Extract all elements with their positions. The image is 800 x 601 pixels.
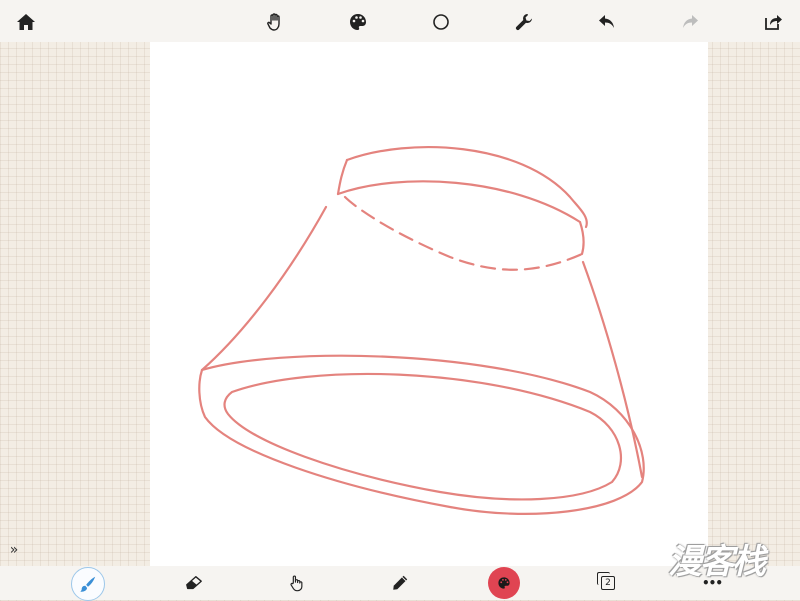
smudge-tool-button[interactable] — [280, 567, 312, 599]
watermark-logo: 漫客栈 — [668, 542, 766, 582]
brush-icon — [80, 576, 96, 592]
circle-icon — [433, 14, 449, 30]
color-picker-button[interactable] — [488, 567, 520, 599]
home-icon — [17, 14, 35, 30]
palette-button[interactable] — [342, 6, 374, 38]
share-icon — [765, 15, 782, 30]
brush-tool-button[interactable] — [71, 567, 105, 601]
pencil-icon — [393, 575, 408, 590]
wrench-icon — [515, 14, 532, 31]
eraser-icon — [186, 576, 202, 590]
eraser-tool-button[interactable] — [178, 567, 210, 599]
palette-icon — [350, 14, 366, 30]
share-button[interactable] — [757, 6, 789, 38]
undo-button[interactable] — [591, 6, 623, 38]
drawing-canvas[interactable] — [150, 42, 708, 566]
settings-button[interactable] — [508, 6, 540, 38]
pan-button[interactable] — [259, 6, 291, 38]
redo-button[interactable] — [674, 6, 706, 38]
layer-count: 2 — [601, 576, 615, 590]
shape-button[interactable] — [425, 6, 457, 38]
sketch-drawing — [198, 145, 645, 515]
home-button[interactable] — [10, 6, 42, 38]
undo-icon — [599, 15, 614, 28]
hand-icon — [267, 13, 280, 31]
pencil-tool-button[interactable] — [384, 567, 416, 599]
redo-icon — [683, 15, 698, 28]
expand-sidebar-button[interactable]: » — [4, 540, 24, 560]
color-icon — [498, 577, 510, 589]
layers-icon: 2 — [597, 572, 615, 590]
top-toolbar — [0, 0, 800, 42]
layers-button[interactable]: 2 — [592, 567, 624, 599]
finger-icon — [290, 575, 303, 592]
